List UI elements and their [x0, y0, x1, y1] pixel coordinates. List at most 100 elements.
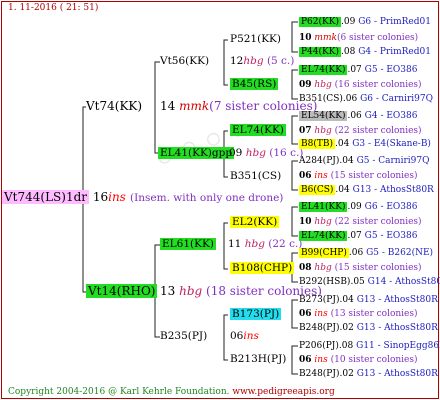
gen4-row: 06 ins (10 sister colonies)	[299, 354, 418, 367]
gen4-sire: G3 - E4(Skane-B)	[352, 139, 431, 149]
gen4-year: .06	[348, 248, 364, 258]
gen4-sire: G14 - AthosSt80R	[367, 277, 440, 287]
gen4-year: 06	[299, 355, 312, 365]
gen4-sisters: (16 sister colonies)	[334, 80, 422, 90]
gen4-sisters: (15 sister colonies)	[334, 263, 422, 273]
gen3-g-id: B173(PJ)	[230, 308, 282, 320]
root-note: (Insem. with only one drone)	[130, 192, 284, 204]
gen4-year: 08	[299, 263, 312, 273]
gen2-c: EL61(KK)	[160, 238, 216, 251]
gen4-sire: G13 - AthosSt80R	[356, 369, 438, 379]
gen4-sire: G13 - AthosSt80R	[352, 185, 434, 195]
gen4-row: P206(PJ).08 G11 - SinopEgg86R	[299, 340, 440, 353]
gen4-row: P44(KK) .08 G4 - PrimRed01	[299, 46, 431, 59]
gen3-g-info: 06ins	[230, 330, 259, 343]
footer-url[interactable]: www.pedigreeapis.org	[232, 387, 334, 397]
gen4-id: B292(HSB)	[299, 277, 351, 287]
gen4-sisters: (22 sister colonies)	[334, 217, 422, 227]
gen1-sire: Vt74(KK)	[86, 100, 142, 113]
gen4-year: .09	[340, 17, 356, 27]
gen4-id: EL74(KK)	[299, 65, 348, 75]
gen4-breed: ins	[314, 309, 328, 319]
gen1-sire-breed: mmk	[179, 99, 210, 113]
root-breed: ins	[108, 190, 126, 204]
gen4-year: .02	[339, 323, 354, 333]
gen4-id: EL41(KK)	[299, 202, 348, 212]
gen3-a-breed: hbg	[243, 55, 264, 67]
gen1-dam-year: 13	[160, 284, 176, 298]
root-id: Vt744(LS)1dr	[2, 190, 89, 204]
gen2-d: B235(PJ)	[160, 330, 208, 342]
gen3-a-info: 12hbg (5 c.)	[230, 55, 294, 68]
gen4-year: 10	[299, 33, 312, 43]
gen2-b-id: EL41(KK)gpp	[158, 147, 235, 159]
gen4-sire: G6 - EO386	[364, 202, 418, 212]
gen4-row: B351(CS).06 G6 - Carniri97Q	[299, 93, 433, 106]
gen3-a-sisters: (5 c.)	[266, 55, 295, 67]
gen4-row: EL74(KK) .07 G5 - EO386	[299, 64, 417, 77]
gen4-breed: hbg	[314, 80, 332, 90]
gen3-h: B213H(PJ)	[230, 353, 287, 365]
gen2-c-info: 11 hbg (22 c.)	[228, 238, 302, 251]
gen4-sisters: (22 sister colonies)	[334, 126, 422, 136]
gen4-row: EL74(KK) .07 G5 - EO386	[299, 230, 417, 243]
gen4-sisters: (13 sister colonies)	[330, 309, 418, 319]
gen2-a: Vt56(KK)	[160, 55, 210, 67]
gen4-year: .05	[350, 277, 365, 287]
gen4-sire: G13 - AthosSt80R	[356, 323, 438, 333]
gen4-sire: G11 - SinopEgg86R	[356, 341, 440, 351]
gen4-breed: hbg	[314, 263, 332, 273]
gen4-year: 09	[299, 80, 312, 90]
gen4-sire: G13 - AthosSt80R	[356, 295, 438, 305]
gen3-c-id: EL74(KK)	[230, 124, 286, 136]
gen4-row: 08 hbg (15 sister colonies)	[299, 262, 422, 275]
gen4-breed: mmk	[314, 33, 337, 43]
gen4-row: EL54(KK) .06 G4 - EO386	[299, 110, 417, 123]
gen4-year: 06	[299, 309, 312, 319]
gen4-sisters: (15 sister colonies)	[330, 171, 418, 181]
gen4-year: .04	[339, 156, 354, 166]
gen4-sire: G5 - EO386	[364, 65, 418, 75]
gen1-dam: Vt14(RHO)	[86, 284, 158, 298]
gen3-b: B45(RS)	[230, 78, 279, 91]
gen4-row: B248(PJ).02 G13 - AthosSt80R	[299, 368, 438, 381]
gen3-d: B351(CS)	[230, 170, 282, 182]
gen3-g-breed: ins	[243, 330, 259, 342]
gen4-row: B292(HSB).05 G14 - AthosSt80R	[299, 276, 440, 289]
pedigree-root: { "header": { "date_line": "1. 11-2016 (…	[0, 0, 440, 400]
gen4-year: .04	[334, 139, 350, 149]
gen3-a-year: 12	[230, 55, 244, 67]
gen4-year: .06	[347, 111, 362, 121]
gen4-id: B99(CHP)	[299, 248, 349, 258]
gen4-year: .07	[347, 231, 362, 241]
root-queen: Vt744(LS)1dr 16ins	[2, 190, 126, 204]
gen4-year: 06	[299, 171, 312, 181]
gen4-row: 10 hbg (22 sister colonies)	[299, 216, 422, 229]
gen4-year: 07	[299, 126, 312, 136]
gen4-year: .06	[342, 94, 358, 104]
gen4-year: .02	[339, 369, 354, 379]
gen3-e: EL2(KK)	[230, 216, 280, 229]
gen2-b: EL41(KK)gpp	[158, 147, 235, 160]
gen4-row: 06 ins (13 sister colonies)	[299, 308, 418, 321]
gen4-sire: G6 - Carniri97Q	[360, 94, 433, 104]
gen4-sire: G4 - PrimRed01	[358, 47, 431, 57]
gen4-year: 10	[299, 217, 312, 227]
gen3-b-id: B45(RS)	[230, 78, 279, 90]
gen4-year: .09	[347, 202, 362, 212]
gen4-sisters: (6 sister colonies)	[336, 33, 419, 43]
gen4-sire: G5 - Carniri97Q	[356, 156, 430, 166]
gen1-sire-id: Vt74(KK)	[86, 99, 143, 113]
date-line: 1. 11-2016 ( 21: 51)	[8, 3, 99, 13]
gen4-row: A284(PJ).04 G5 - Carniri97Q	[299, 155, 430, 168]
footer: Copyright 2004-2016 @ Karl Kehrle Founda…	[8, 386, 335, 399]
gen4-sire: G5 - B262(NE)	[366, 248, 434, 258]
root-year: 16	[92, 190, 109, 204]
gen4-sire: G4 - EO386	[364, 111, 418, 121]
gen4-breed: ins	[314, 355, 328, 365]
gen2-b-breed: hbg	[245, 147, 266, 159]
gen1-dam-id: Vt14(RHO)	[86, 284, 158, 298]
gen4-id: EL74(KK)	[299, 231, 348, 241]
gen2-c-breed: hbg	[244, 238, 265, 250]
gen4-row: 09 hbg (16 sister colonies)	[299, 79, 422, 92]
